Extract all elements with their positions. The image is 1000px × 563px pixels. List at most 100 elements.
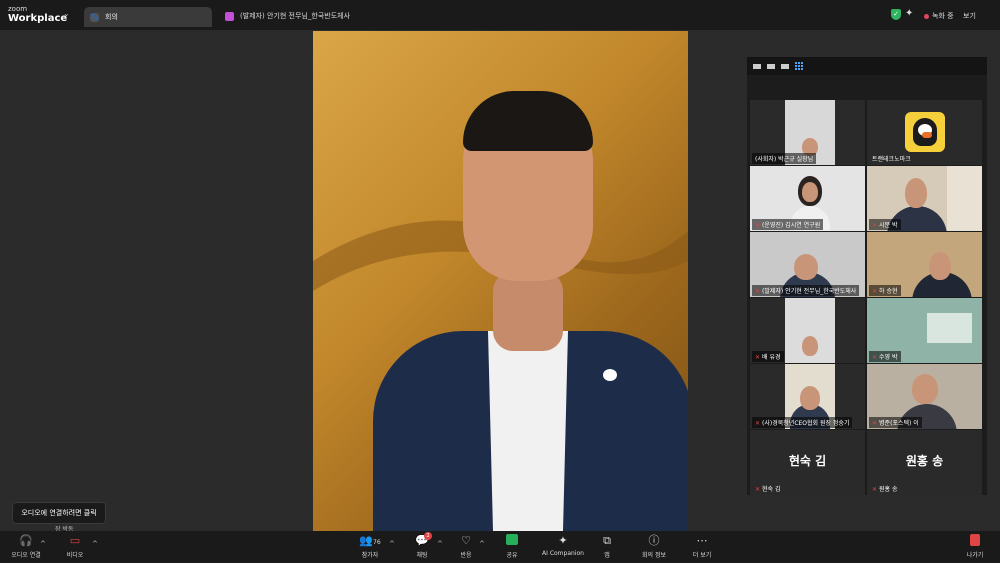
participant-name: ✕ 병준(포스텍) 이	[869, 417, 922, 428]
mic-off-icon: ✕	[872, 222, 878, 229]
participant-name: ✕ 배 유경	[752, 351, 784, 362]
zoom-logo[interactable]: zoom Workplace	[8, 5, 68, 24]
participant-tile[interactable]: (사회자) 박근규 실장님	[750, 100, 865, 165]
mic-off-icon: ✕	[755, 354, 761, 361]
reactions-caret-icon[interactable]: ^	[479, 540, 485, 548]
more-button[interactable]: ⋯ 더 보기	[682, 534, 722, 559]
chat-badge: 2	[424, 532, 432, 540]
participant-name: ✕ 수영 박	[869, 351, 901, 362]
participant-tile[interactable]: ✕ (발제자) 안기현 전무님_한국반도체사	[750, 232, 865, 297]
participant-gallery: (사회자) 박근규 실장님 트랜테크노마크 ✕ (운영진) 김시연 연구원 ✕ 시문…	[747, 75, 987, 495]
participants-caret-icon[interactable]: ^	[389, 540, 395, 548]
grid-view-icon[interactable]	[795, 62, 803, 70]
participant-name: ✕ 원홍 송	[869, 483, 901, 494]
record-dot-icon	[924, 13, 929, 19]
audio-tooltip: 오디오에 연결하려면 클릭	[12, 502, 106, 524]
name-text: (발제자) 안기현 전무님_한국반도체사	[762, 288, 857, 295]
participant-name: ✕ (운영진) 김시연 연구원	[752, 219, 824, 230]
mic-off-icon: ✕	[872, 288, 878, 295]
participants-button[interactable]: 👥76 참가자	[350, 534, 390, 559]
share-button[interactable]: 공유	[492, 534, 532, 559]
info-label: 회의 정보	[642, 552, 666, 559]
name-text: 시문 박	[879, 222, 898, 229]
chat-caret-icon[interactable]: ^	[437, 540, 443, 548]
share-label: 공유	[506, 552, 518, 559]
mic-off-icon: ✕	[755, 420, 761, 427]
view-button[interactable]: 보기	[963, 11, 976, 21]
participant-tile[interactable]: ✕ 시문 박	[867, 166, 982, 231]
tab-label: 회의	[105, 13, 118, 21]
tab-meeting[interactable]: 🐾 회의	[84, 7, 212, 27]
name-text: (운영진) 김시연 연구원	[762, 222, 821, 229]
speaker-shirt	[488, 331, 568, 531]
apps-label: 앱	[604, 552, 610, 559]
name-text: (사)경북청년CEO협회 원장 정숭기	[762, 420, 850, 427]
paw-icon: 🐾	[90, 12, 99, 22]
speaker-hair	[463, 91, 593, 151]
mic-off-icon: ✕	[872, 420, 878, 427]
meeting-title: (발제자) 안기현 전무님_한국반도체사	[225, 11, 350, 21]
participant-tile[interactable]: ✕ 병준(포스텍) 이	[867, 364, 982, 429]
sparkle-icon[interactable]: ✦	[905, 8, 913, 19]
mic-off-icon: ✕	[755, 288, 761, 295]
participants-count: 76	[373, 539, 381, 546]
speaker-view-icon[interactable]	[767, 63, 775, 69]
more-icon: ⋯	[696, 534, 708, 547]
name-text: 원홍 송	[879, 486, 898, 493]
participant-name: ✕ 하 승현	[869, 285, 901, 296]
name-text: 하 승현	[879, 288, 898, 295]
background-window	[927, 313, 972, 343]
recording-indicator[interactable]: 녹화 중	[924, 11, 954, 21]
name-text: 현숙 김	[762, 486, 781, 493]
participants-icon: 👥76	[359, 534, 381, 547]
audio-caret-icon[interactable]: ^	[40, 540, 46, 548]
ai-companion-button[interactable]: ✦ AI Companion	[538, 534, 588, 557]
participant-tile[interactable]: ✕ 하 승현	[867, 232, 982, 297]
video-caret-icon[interactable]: ^	[92, 540, 98, 548]
meeting-icon	[225, 11, 234, 21]
participant-tile[interactable]: 원홍 송 ✕ 원홍 송	[867, 430, 982, 495]
shield-icon[interactable]: ✓	[891, 9, 901, 20]
info-icon: ⓘ	[648, 534, 660, 547]
participant-face	[802, 182, 818, 202]
participant-tile[interactable]: 현숙 김 ✕ 현숙 김	[750, 430, 865, 495]
chat-label: 채팅	[416, 552, 428, 559]
strip-view-icon[interactable]	[781, 63, 789, 69]
apps-button[interactable]: ⧉ 앱	[587, 534, 627, 559]
meeting-info-button[interactable]: ⓘ 회의 정보	[634, 534, 674, 559]
name-text: 병준(포스텍) 이	[879, 420, 919, 427]
lapel-pin	[603, 369, 617, 381]
name-text: 수영 박	[879, 354, 898, 361]
minimize-icon[interactable]	[753, 63, 761, 69]
participant-tile[interactable]: ✕ 수영 박	[867, 298, 982, 363]
participant-face	[794, 254, 818, 280]
leave-label: 나가기	[966, 552, 984, 559]
participant-name: ✕ 시문 박	[869, 219, 901, 230]
title-bar: zoom Workplace ⌄ 🐾 회의 (발제자) 안기현 전무님_한국반도…	[0, 0, 1000, 30]
leave-button[interactable]: 나가기	[955, 534, 995, 559]
active-speaker-video[interactable]	[313, 31, 688, 531]
meeting-toolbar: 🎧 오디오 연결 ^ ▭ 비디오 ^ 👥76 참가자 ^ 💬 2 채팅 ^ ♡ …	[0, 531, 1000, 563]
logo-big: Workplace	[8, 13, 68, 24]
share-icon	[492, 534, 532, 548]
mic-off-icon: ✕	[872, 486, 878, 493]
audio-label: 오디오 연결	[11, 552, 41, 559]
chevron-down-icon[interactable]: ⌄	[63, 9, 70, 18]
participant-face	[802, 336, 818, 356]
participant-tile[interactable]: 트랜테크노마크	[867, 100, 982, 165]
participant-name: (사회자) 박근규 실장님	[752, 153, 817, 164]
chat-button[interactable]: 💬 2 채팅	[402, 532, 442, 559]
participant-face	[905, 178, 927, 208]
mic-off-icon: ✕	[872, 354, 878, 361]
participant-tile[interactable]: ✕ 배 유경	[750, 298, 865, 363]
recording-label: 녹화 중	[932, 12, 954, 20]
participant-name: 트랜테크노마크	[869, 153, 914, 164]
video-button[interactable]: ▭ 비디오	[55, 534, 95, 559]
name-text: (사회자) 박근규 실장님	[755, 156, 814, 163]
gallery-view-controls	[747, 57, 987, 75]
participant-tile[interactable]: ✕ (운영진) 김시연 연구원	[750, 166, 865, 231]
participant-tile[interactable]: ✕ (사)경북청년CEO협회 원장 정숭기	[750, 364, 865, 429]
mic-off-icon: ✕	[755, 486, 761, 493]
background-shelf	[947, 166, 982, 231]
reactions-label: 반응	[460, 552, 472, 559]
